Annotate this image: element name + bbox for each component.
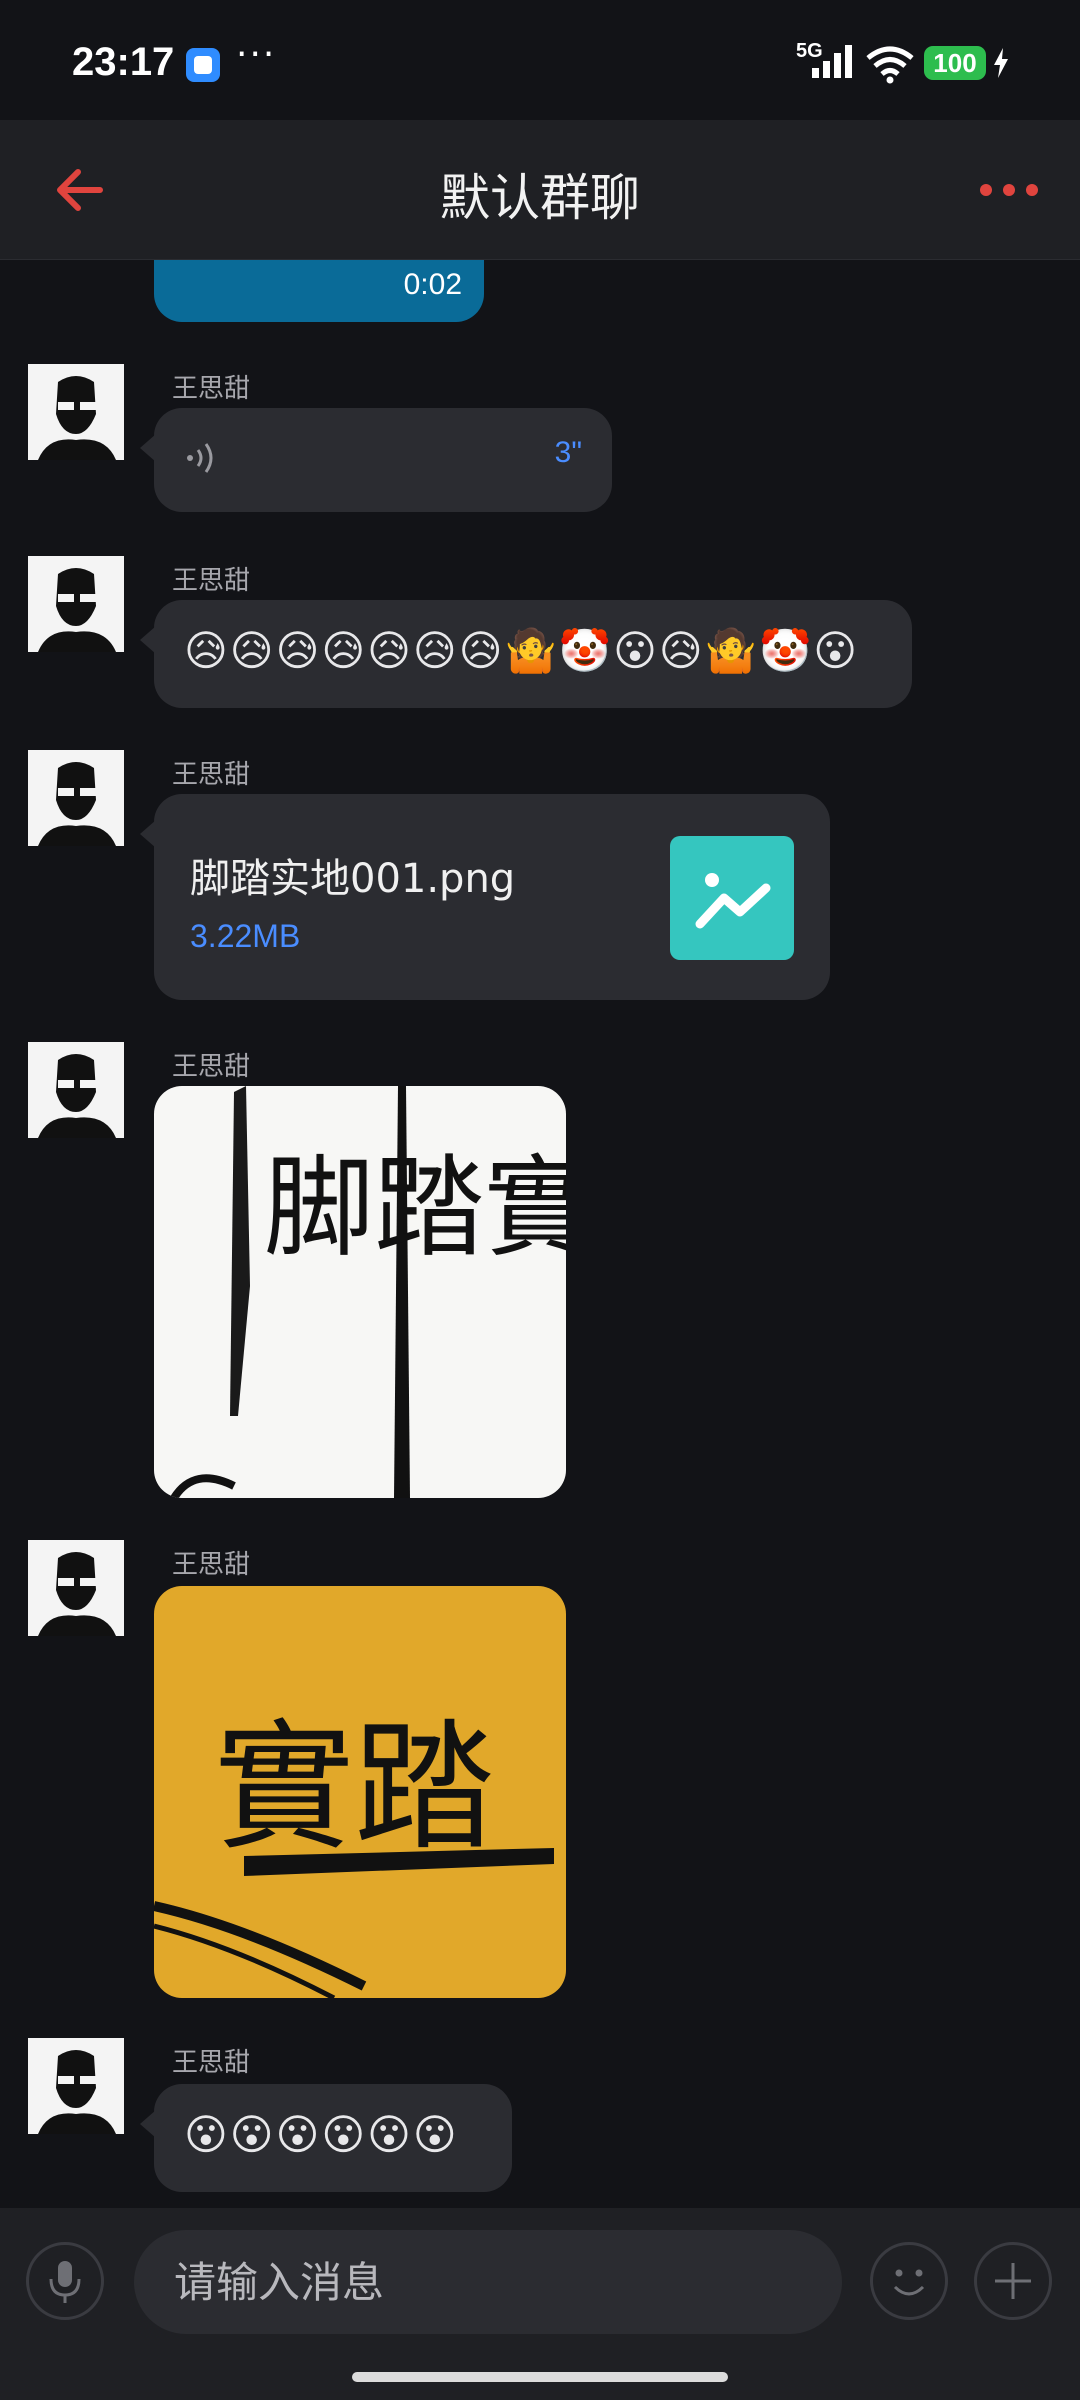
sender-name: 王思甜 [172,2048,251,2078]
chat-header: 默认群聊 [0,120,1080,260]
plus-icon[interactable] [974,2242,1052,2320]
microphone-icon[interactable] [26,2242,104,2320]
status-bar: 23:17 ··· 5G 100 [0,0,1080,120]
sender-name: 王思甜 [172,760,251,790]
avatar-portrait [28,1042,124,1138]
emoji-message[interactable]: 😮😮😮😮😮😮 [140,2084,512,2192]
avatar[interactable] [28,750,124,846]
calligraphy-image-white[interactable]: 脚踏實 [154,1086,566,1498]
bubble-tail [140,820,156,848]
avatar[interactable] [28,1540,124,1636]
avatar-portrait [28,2038,124,2134]
battery-indicator: 100 [924,46,986,80]
calligraphy-artwork: 實踏 [154,1707,554,1998]
signal-icon [812,45,852,78]
bubble-tail [140,434,156,462]
file-size: 3.22MB [190,918,301,954]
emoji-text: 😥😥😥😥😥😥😥🤷🤡😮😥🤷🤡😮 [184,626,860,675]
avatar-portrait [28,1540,124,1636]
calligraphy-artwork: 脚踏實 [170,1086,566,1498]
avatar-portrait [28,750,124,846]
file-message[interactable]: 脚踏实地001.png 3.22MB [140,794,830,1000]
file-name: 脚踏实地001.png [190,856,516,902]
app-notification-icon [186,48,220,82]
own-voice-duration: 0:02 [403,268,462,301]
image-file-icon [670,836,794,960]
page-title: 默认群聊 [440,169,640,227]
more-dots-icon[interactable] [974,168,1044,212]
emoji-text: 😮😮😮😮😮😮 [184,2110,459,2159]
charging-icon [994,48,1008,78]
avatar[interactable] [28,556,124,652]
calligraphy-glyph: 實踏 [214,1707,494,1870]
sender-name: 王思甜 [172,374,251,404]
sender-name: 王思甜 [172,1550,251,1580]
emoji-message[interactable]: 😥😥😥😥😥😥😥🤷🤡😮😥🤷🤡😮 [140,600,912,708]
status-more: ··· [236,34,277,75]
avatar-portrait [28,556,124,652]
voice-wave-icon [187,443,213,473]
wifi-icon [866,46,914,84]
avatar-portrait [28,364,124,460]
own-voice-message[interactable]: 0:02 [154,260,484,322]
avatar[interactable] [28,2038,124,2134]
smiley-icon[interactable] [870,2242,948,2320]
sender-name: 王思甜 [172,566,251,596]
bubble-tail [140,626,156,654]
voice-duration: 3" [554,436,582,469]
message-input[interactable] [134,2230,842,2334]
sender-name: 王思甜 [172,1052,251,1082]
avatar[interactable] [28,364,124,460]
home-indicator[interactable] [352,2372,728,2382]
bubble-tail [140,2110,156,2138]
calligraphy-glyph: 脚踏實 [264,1144,566,1272]
calligraphy-image-gold[interactable]: 實踏 [154,1586,566,1998]
status-time: 23:17 [72,40,175,84]
avatar[interactable] [28,1042,124,1138]
voice-message[interactable]: 3" [140,408,612,512]
